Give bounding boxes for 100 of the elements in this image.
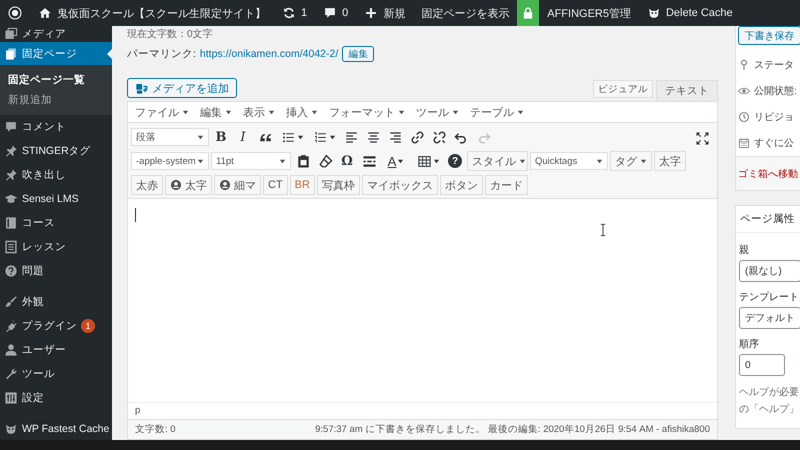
special-character-button[interactable]: Ω	[337, 151, 357, 171]
menu-item[interactable]: ユーザー	[0, 338, 112, 362]
edit-button[interactable]: 編集	[342, 46, 374, 62]
menu-item[interactable]: STINGERタグ	[0, 139, 112, 163]
paste-icon	[296, 154, 310, 168]
editor-tab[interactable]: テキスト	[656, 80, 718, 101]
menu-item[interactable]: テーブル	[470, 104, 524, 120]
lock-button[interactable]	[517, 0, 540, 26]
publish-info-text: リビジョ	[754, 110, 794, 124]
update-count-badge: 1	[81, 319, 95, 333]
menu-item[interactable]: Sensei LMS	[0, 187, 112, 211]
save-draft-button[interactable]: 下書き保存	[738, 26, 800, 46]
font-select[interactable]: -apple-system	[131, 152, 209, 170]
publish-info-text: ステータ	[754, 58, 794, 72]
graduation-cap-icon	[4, 192, 18, 206]
caret-icon	[640, 158, 647, 164]
menu-item[interactable]: 外観	[0, 290, 112, 314]
menu-item[interactable]: ツール	[0, 362, 112, 386]
style-button[interactable]: スタイル	[467, 151, 528, 171]
publish-info-text: すぐに公	[754, 136, 794, 150]
menu-item[interactable]: 固定ページ	[0, 42, 112, 65]
menu-item[interactable]: メディア	[0, 26, 112, 42]
caret-icon	[268, 108, 275, 116]
italic-button[interactable]: I	[233, 127, 253, 147]
updates-link[interactable]: 1	[274, 0, 316, 26]
pin-icon	[4, 168, 18, 182]
text-caret	[135, 208, 136, 222]
person-icon	[219, 179, 231, 191]
new-link[interactable]: 新規	[356, 0, 414, 26]
caret-icon	[197, 134, 204, 140]
menu-item[interactable]: コース	[0, 211, 112, 235]
menu-item[interactable]: 設定	[0, 386, 112, 410]
caret-icon	[398, 108, 405, 116]
parent-select[interactable]: (親なし)	[739, 260, 800, 282]
order-input[interactable]: 0	[739, 354, 785, 376]
bold-text-button[interactable]: 太字	[654, 151, 686, 171]
permalink-label: パーマリンク:	[127, 47, 196, 61]
affinger-link[interactable]: AFFINGER5管理	[539, 0, 639, 26]
menu-item[interactable]: ファイル	[135, 104, 189, 120]
menu-item[interactable]: WP Fastest Cache	[0, 417, 112, 440]
format-select[interactable]: 段落	[131, 128, 209, 146]
quicktag-button[interactable]: ボタン	[440, 175, 483, 195]
quicktag-button[interactable]: CT	[263, 175, 288, 195]
menu-item[interactable]: 挿入	[286, 104, 318, 120]
pin-icon	[738, 58, 750, 71]
horizontal-line-icon	[362, 154, 376, 168]
brush-icon	[4, 295, 18, 309]
media-add-icon	[135, 82, 148, 94]
book-icon	[4, 216, 18, 230]
comments-link[interactable]: 0	[315, 0, 356, 26]
caret-icon	[452, 108, 459, 116]
quicktags-select[interactable]: Quicktags	[530, 152, 608, 170]
quicktag-button[interactable]: カード	[484, 175, 528, 195]
menu-item[interactable]: 編集	[200, 104, 232, 120]
editor-tab[interactable]: ビジュアル	[593, 80, 653, 98]
menu-item[interactable]: コメント	[0, 115, 112, 139]
field-label: 親	[739, 244, 750, 257]
text-cursor-icon	[598, 221, 608, 239]
quicktag-button[interactable]: 細マ	[214, 175, 261, 195]
caret-icon	[225, 108, 232, 116]
menu-item[interactable]: レッスン	[0, 235, 112, 259]
site-title-link[interactable]: 鬼仮面スクール【スクール生限定サイト】	[30, 0, 274, 26]
animal-head-icon	[4, 422, 18, 436]
eraser-icon	[318, 154, 332, 168]
caret-icon	[328, 134, 336, 140]
permalink-link[interactable]: https://onikamen.com/4042-2/	[200, 48, 338, 60]
menu-item[interactable]: プラグイン 1	[0, 314, 112, 338]
align-center-icon	[366, 130, 380, 144]
add-media-button[interactable]: メディアを追加	[127, 78, 237, 98]
tag-button[interactable]: タグ	[610, 151, 652, 171]
char-count-text: 現在文字数：0文字	[127, 28, 214, 42]
caret-icon	[432, 158, 440, 164]
caret-icon	[296, 134, 304, 140]
help-button[interactable]: ?	[448, 154, 462, 168]
text-color-button[interactable]: A	[381, 151, 411, 171]
sliders-icon	[4, 391, 18, 405]
fullscreen-icon	[694, 130, 710, 146]
delete-cache-link[interactable]: Delete Cache	[638, 0, 741, 26]
refresh-icon	[282, 6, 296, 20]
bold-button[interactable]: B	[211, 127, 231, 147]
template-select[interactable]: デフォルト	[739, 307, 800, 329]
help-text: ヘルプが必要	[739, 386, 800, 400]
size-select[interactable]: 11pt	[211, 152, 291, 170]
submenu-item[interactable]: 新規追加	[0, 90, 112, 110]
home-icon	[38, 6, 52, 20]
menu-item[interactable]: 吹き出し	[0, 163, 112, 187]
media-icon	[4, 27, 18, 41]
submenu-item[interactable]: 固定ページ一覧	[0, 70, 112, 90]
unlink-icon	[432, 130, 446, 144]
quicktag-button[interactable]: マイボックス	[362, 175, 438, 195]
caret-icon	[517, 108, 524, 116]
menu-item[interactable]: ツール	[416, 104, 459, 120]
quicktag-button[interactable]: 写真枠	[316, 175, 360, 195]
view-page-link[interactable]: 固定ページを表示	[413, 0, 518, 26]
align-left-icon	[344, 130, 358, 144]
menu-item[interactable]: フォーマット	[329, 104, 405, 120]
quicktag-button[interactable]: 太赤	[131, 175, 163, 195]
quicktag-button[interactable]: 太字	[165, 175, 212, 195]
menu-item[interactable]: 問題	[0, 259, 112, 283]
menu-item[interactable]: 表示	[243, 104, 275, 120]
